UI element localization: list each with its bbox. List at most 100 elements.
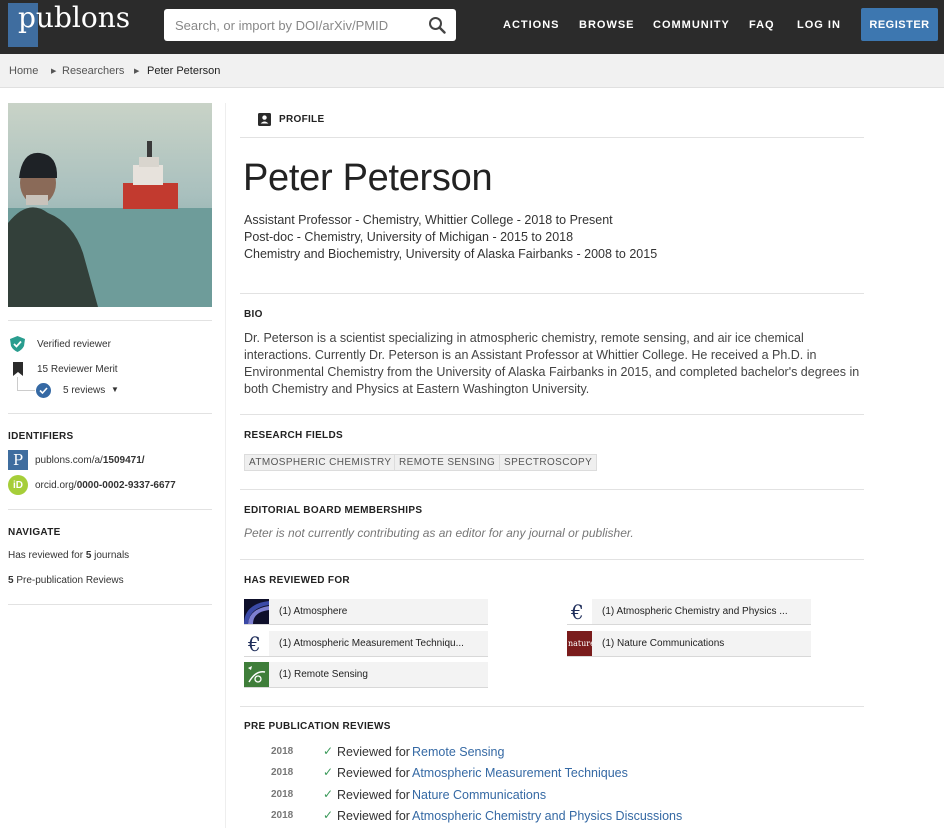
reviewer-merit-label: 15 Reviewer Merit (37, 364, 118, 375)
search-box (164, 9, 456, 41)
orcid-identifier-link[interactable]: orcid.org/0000-0002-9337-6677 (35, 480, 176, 491)
position-1: Assistant Professor - Chemistry, Whittie… (244, 213, 613, 227)
nav-community[interactable]: COMMUNITY (653, 19, 730, 31)
breadcrumb-home[interactable]: Home (9, 65, 38, 77)
orcid-url-prefix: orcid.org/ (35, 480, 77, 491)
divider (240, 293, 864, 294)
review-label: Reviewed for (337, 766, 410, 780)
field-tag[interactable]: SPECTROSCOPY (499, 454, 598, 471)
journal-name: (1) Atmospheric Measurement Techniqu... (279, 638, 464, 649)
journal-card[interactable]: (1) Remote Sensing (244, 662, 488, 688)
verified-shield-icon (10, 336, 25, 352)
column-divider (225, 103, 226, 828)
breadcrumb-separator-icon: ▶ (134, 68, 140, 75)
publons-identifier-link[interactable]: publons.com/a/1509471/ (35, 455, 145, 466)
divider (8, 509, 212, 510)
divider (8, 413, 212, 414)
nav-journals-text: Has reviewed for (8, 550, 86, 561)
journal-name: (1) Nature Communications (602, 638, 725, 649)
profile-photo-image (8, 103, 212, 307)
nature-logo-text: nature (568, 639, 592, 648)
check-icon: ✓ (323, 787, 334, 801)
breadcrumb-researchers[interactable]: Researchers (62, 65, 124, 77)
register-button[interactable]: REGISTER (861, 8, 938, 41)
nav-reviewed-journals[interactable]: Has reviewed for 5 journals (8, 550, 129, 561)
nav-login[interactable]: LOG IN (797, 19, 841, 31)
editorial-text: Peter is not currently contributing as a… (244, 526, 634, 540)
egu-journal-icon: € (244, 631, 269, 656)
research-fields-title: RESEARCH FIELDS (244, 430, 343, 441)
journal-card[interactable]: nature (1) Nature Communications (567, 631, 811, 657)
review-journal-link[interactable]: Atmospheric Measurement Techniques (412, 766, 628, 780)
bio-text: Dr. Peterson is a scientist specializing… (244, 331, 860, 396)
divider (240, 559, 864, 560)
svg-text:€: € (247, 632, 261, 656)
journal-name: (1) Remote Sensing (279, 669, 368, 680)
nav-prepub-reviews[interactable]: 5 Pre-publication Reviews (8, 575, 124, 586)
bio-title: BIO (244, 309, 263, 320)
check-icon: ✓ (323, 765, 334, 779)
review-check-icon (36, 383, 51, 398)
divider (240, 137, 864, 138)
journal-card[interactable]: (1) Atmosphere (244, 599, 488, 625)
has-reviewed-title: HAS REVIEWED FOR (244, 575, 350, 586)
search-input[interactable] (164, 9, 414, 41)
egu-journal-icon: € (567, 599, 592, 624)
review-year: 2018 (271, 746, 294, 757)
tab-profile[interactable]: PROFILE (279, 114, 324, 125)
breadcrumb: Home ▶ Researchers ▶ Peter Peterson (0, 54, 944, 88)
position-2: Post-doc - Chemistry, University of Mich… (244, 230, 574, 244)
review-journal-link[interactable]: Remote Sensing (412, 745, 504, 759)
review-year: 2018 (271, 767, 294, 778)
check-icon: ✓ (323, 808, 334, 822)
review-journal-link[interactable]: Atmospheric Chemistry and Physics Discus… (412, 809, 682, 823)
journal-name: (1) Atmospheric Chemistry and Physics ..… (602, 606, 788, 617)
tree-line (17, 377, 18, 391)
atmosphere-journal-icon (244, 599, 269, 624)
breadcrumb-current: Peter Peterson (147, 65, 221, 77)
divider (240, 489, 864, 490)
field-tag[interactable]: REMOTE SENSING (394, 454, 501, 471)
nav-faq[interactable]: FAQ (749, 19, 775, 31)
nav-browse[interactable]: BROWSE (579, 19, 635, 31)
review-label: Reviewed for (337, 809, 410, 823)
position-3: Chemistry and Biochemistry, University o… (244, 247, 658, 261)
remote-sensing-journal-icon (244, 662, 269, 687)
publons-url-id: 1509471/ (102, 455, 145, 466)
breadcrumb-separator-icon: ▶ (51, 68, 57, 75)
search-icon[interactable] (428, 16, 446, 34)
researcher-name: Peter Peterson (243, 157, 493, 199)
review-year: 2018 (271, 789, 294, 800)
divider (8, 320, 212, 321)
tree-line (17, 390, 35, 391)
orcid-url-id: 0000-0002-9337-6677 (76, 480, 176, 491)
verified-reviewer-label: Verified reviewer (37, 339, 111, 350)
logo-text: publons (18, 1, 131, 34)
nav-actions[interactable]: ACTIONS (503, 19, 560, 31)
navigate-title: NAVIGATE (8, 527, 61, 538)
orcid-icon: iD (8, 475, 28, 495)
check-icon: ✓ (323, 744, 334, 758)
prepub-reviews-title: PRE PUBLICATION REVIEWS (244, 721, 391, 732)
svg-text:€: € (570, 600, 584, 624)
editorial-title: EDITORIAL BOARD MEMBERSHIPS (244, 505, 423, 516)
publons-icon: P (8, 450, 28, 470)
identifiers-title: IDENTIFIERS (8, 431, 74, 442)
journal-card[interactable]: € (1) Atmospheric Chemistry and Physics … (567, 599, 811, 625)
nav-prepub-text: Pre-publication Reviews (13, 575, 124, 586)
caret-down-icon[interactable]: ▼ (111, 385, 119, 394)
field-tag[interactable]: ATMOSPHERIC CHEMISTRY (244, 454, 397, 471)
bookmark-icon (13, 362, 23, 376)
divider (240, 414, 864, 415)
nature-journal-icon: nature (567, 631, 592, 656)
review-journal-link[interactable]: Nature Communications (412, 788, 546, 802)
divider (8, 604, 212, 605)
reviews-count-label[interactable]: 5 reviews (63, 385, 105, 396)
nav-journals-suffix: journals (91, 550, 130, 561)
divider (240, 706, 864, 707)
publons-url-prefix: publons.com/a/ (35, 455, 103, 466)
journal-name: (1) Atmosphere (279, 606, 348, 617)
journal-card[interactable]: € (1) Atmospheric Measurement Techniqu..… (244, 631, 488, 657)
profile-photo (8, 103, 212, 307)
publons-logo[interactable]: publons (8, 1, 130, 47)
